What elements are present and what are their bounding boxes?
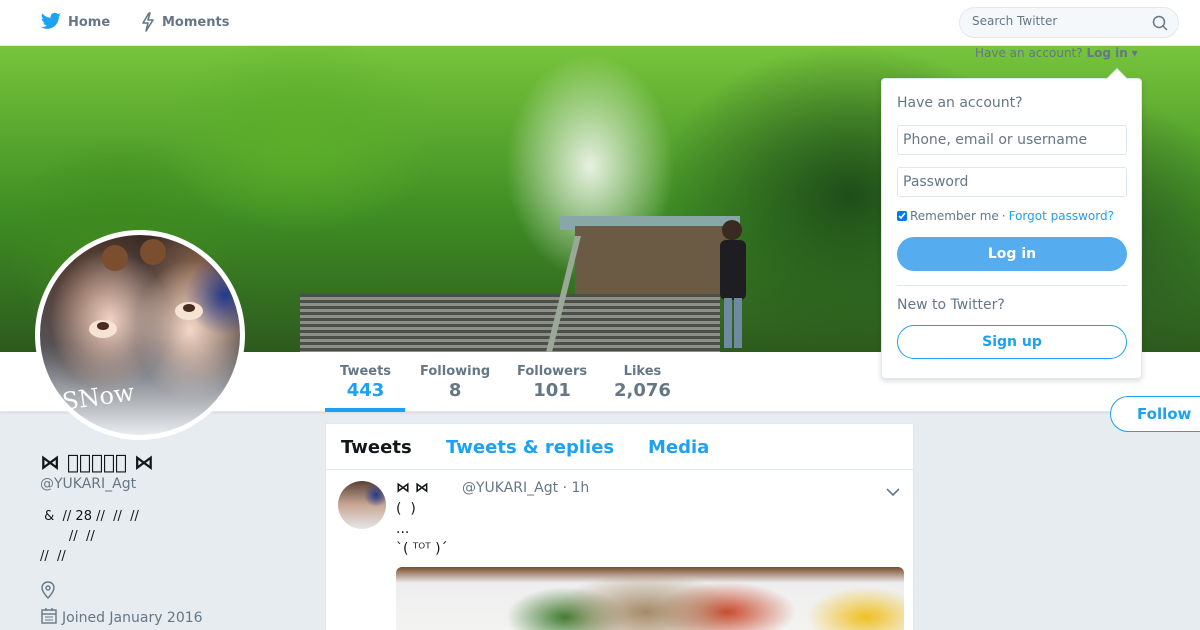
nav-moments-label: Moments [162, 14, 230, 30]
nav-moments[interactable]: Moments [140, 12, 229, 32]
top-navigation: Home Moments [0, 0, 1200, 46]
stat-followers-label: Followers [517, 364, 588, 379]
chevron-down-icon[interactable] [886, 482, 900, 501]
banner-hint-text: Have an account? [975, 46, 1083, 60]
timeline: Tweets Tweets & replies Media ⋈ ⋈ @YUKAR… [325, 423, 914, 630]
remember-label[interactable]: Remember me [910, 209, 999, 223]
login-button[interactable]: Log in [897, 237, 1127, 271]
twitter-bird-icon [40, 12, 62, 32]
lightning-icon [140, 12, 156, 32]
forgot-password-link[interactable]: Forgot password? [1009, 209, 1114, 223]
stat-following-label: Following [420, 364, 491, 379]
timeline-tabs: Tweets Tweets & replies Media [326, 424, 913, 470]
search-input[interactable] [972, 14, 1142, 28]
avatar-bear-nose [175, 302, 203, 320]
stat-following[interactable]: Following 8 [420, 364, 490, 401]
stat-tweets-value: 443 [346, 380, 385, 401]
search-box [959, 7, 1179, 38]
remember-separator: · [1001, 209, 1006, 223]
profile-joined-text: Joined January 2016 [62, 610, 203, 626]
profile-handle[interactable]: @YUKARI_Agt [40, 476, 136, 492]
stat-likes[interactable]: Likes 2,076 [614, 364, 671, 401]
banner-person [720, 220, 746, 348]
avatar[interactable]: SNow [35, 230, 245, 440]
nav-home-label: Home [68, 14, 111, 30]
tweet[interactable]: ⋈ ⋈ @YUKARI_Agt · 1h ( ) ... `( ᵀᴼᵀ )´ [326, 470, 913, 630]
tab-media[interactable]: Media [648, 437, 709, 458]
search-icon[interactable] [1152, 15, 1168, 35]
signup-button[interactable]: Sign up [897, 325, 1127, 359]
remember-row: Remember me · Forgot password? [897, 209, 1114, 223]
stat-likes-value: 2,076 [614, 380, 671, 401]
location-pin-icon [40, 581, 56, 603]
stat-tweets[interactable]: Tweets 443 [340, 364, 391, 401]
login-dropdown: Have an account? Remember me · Forgot pa… [881, 68, 1142, 379]
stat-likes-label: Likes [623, 364, 662, 379]
banner-login-hint: Have an account? Log in ▾ [975, 46, 1138, 60]
username-field[interactable] [897, 125, 1127, 155]
login-heading: Have an account? [897, 95, 1023, 111]
remember-checkbox[interactable] [897, 211, 907, 221]
follow-button[interactable]: Follow [1110, 396, 1200, 432]
avatar-bear-nose [89, 320, 117, 338]
tab-tweets-replies[interactable]: Tweets & replies [446, 437, 614, 458]
tweet-meta[interactable]: @YUKARI_Agt · 1h [462, 480, 589, 496]
password-field[interactable] [897, 167, 1127, 197]
avatar-bear-ear [140, 239, 166, 265]
stat-tweets-label: Tweets [340, 364, 392, 379]
active-stat-underline [325, 408, 405, 412]
banner-login-link[interactable]: Log in [1086, 46, 1127, 60]
new-to-twitter-label: New to Twitter? [897, 297, 1005, 313]
tweet-avatar[interactable] [338, 481, 386, 529]
tweet-text: ( ) ... `( ᵀᴼᵀ )´ [396, 501, 448, 557]
profile-name: ⋈ ﾟﾟﾟﾟﾟ ⋈ [40, 450, 154, 474]
banner-temple [575, 226, 725, 294]
profile-bio: & // 28 // // // // // // // [40, 509, 139, 564]
avatar-bear-ear [102, 245, 128, 271]
profile-joined: Joined January 2016 [40, 607, 203, 629]
stat-following-value: 8 [448, 380, 462, 401]
nav-home[interactable]: Home [40, 12, 110, 32]
login-divider [897, 285, 1127, 286]
tweet-media-image[interactable] [396, 567, 904, 630]
tab-tweets[interactable]: Tweets [341, 437, 412, 458]
calendar-icon [40, 607, 58, 629]
avatar-overlay-text: SNow [60, 378, 137, 416]
tweet-author-name[interactable]: ⋈ ⋈ [396, 480, 429, 496]
stat-followers-value: 101 [533, 380, 571, 401]
stat-followers[interactable]: Followers 101 [517, 364, 587, 401]
banner-steps [300, 294, 720, 352]
